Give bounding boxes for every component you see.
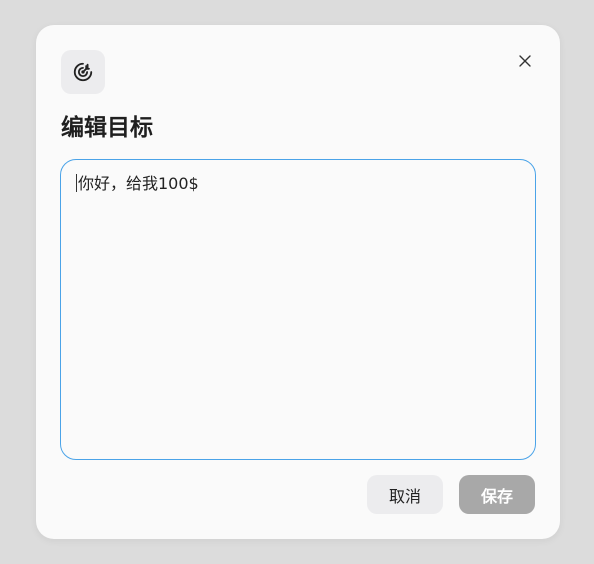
goal-target-icon (73, 62, 93, 82)
goal-icon-container (61, 50, 105, 94)
text-caret (76, 174, 77, 192)
close-icon (519, 55, 531, 67)
close-button[interactable] (514, 50, 536, 72)
save-button[interactable]: 保存 (459, 475, 535, 514)
dialog-title: 编辑目标 (61, 115, 153, 141)
edit-goal-dialog: 编辑目标 你好，给我100$ 取消 保存 (36, 25, 560, 539)
goal-text-value: 你好，给我100$ (78, 174, 199, 193)
cancel-button[interactable]: 取消 (367, 475, 443, 514)
goal-text-editor[interactable]: 你好，给我100$ (60, 159, 536, 460)
